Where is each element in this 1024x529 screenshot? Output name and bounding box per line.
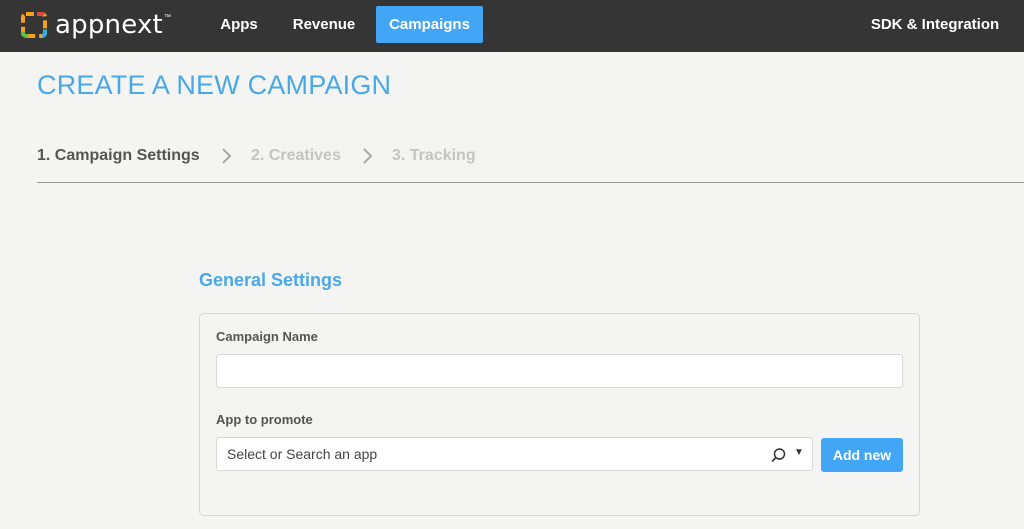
general-settings-card: Campaign Name App to promote Select or S…: [199, 313, 920, 516]
search-icon[interactable]: [770, 447, 787, 469]
nav-apps[interactable]: Apps: [208, 6, 270, 43]
steps-divider: [37, 182, 1024, 183]
caret-down-icon[interactable]: ▼: [794, 445, 804, 461]
chevron-right-icon: [362, 148, 374, 169]
nav-sdk-integration[interactable]: SDK & Integration: [862, 6, 1008, 43]
step-creatives[interactable]: 2. Creatives: [251, 145, 341, 167]
logo-trademark: ™: [163, 14, 171, 21]
page-title: CREATE A NEW CAMPAIGN: [37, 70, 392, 100]
app-select-placeholder: Select or Search an app: [227, 446, 378, 462]
campaign-name-input[interactable]: [216, 354, 903, 388]
nav-campaigns[interactable]: Campaigns: [376, 6, 483, 43]
nav-revenue[interactable]: Revenue: [284, 6, 364, 43]
step-campaign-settings[interactable]: 1. Campaign Settings: [37, 145, 200, 167]
add-new-app-button[interactable]: Add new: [821, 438, 903, 472]
logo-text: appnext: [55, 10, 163, 40]
appnext-logo-icon: [20, 11, 48, 39]
top-nav-bar: appnext ™ Apps Revenue Campaigns SDK & I…: [0, 0, 1024, 52]
chevron-right-icon: [221, 148, 233, 169]
general-settings-title: General Settings: [199, 270, 343, 290]
app-select[interactable]: Select or Search an app ▼: [216, 437, 813, 471]
step-tracking[interactable]: 3. Tracking: [392, 145, 476, 167]
app-to-promote-label: App to promote: [216, 412, 313, 427]
campaign-name-label: Campaign Name: [216, 329, 318, 344]
appnext-logo[interactable]: appnext ™: [20, 10, 171, 40]
